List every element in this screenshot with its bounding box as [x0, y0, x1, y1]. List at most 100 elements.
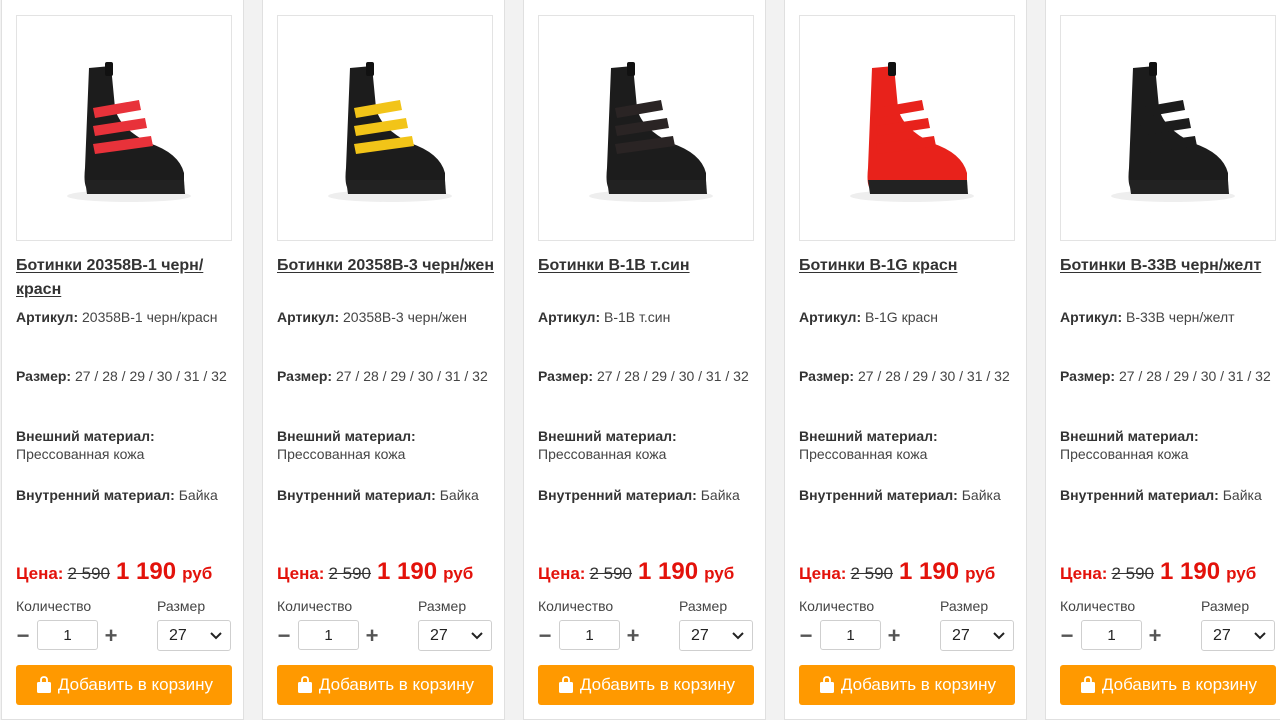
- sizes-value: 27 / 28 / 29 / 30 / 31 / 32: [74, 368, 227, 384]
- sizes-label: Размер:: [16, 368, 72, 384]
- inner-material-label: Внутренний материал:: [1060, 487, 1219, 503]
- minus-icon[interactable]: −: [536, 624, 554, 648]
- chevron-down-icon: [993, 632, 1005, 640]
- minus-icon[interactable]: −: [797, 624, 815, 648]
- outer-material-label: Внешний материал:: [1060, 428, 1199, 444]
- new-price: 1 190: [638, 558, 699, 585]
- quantity-input[interactable]: [37, 620, 98, 650]
- product-outer-material: Внешний материал: Прессованная кожа: [277, 427, 499, 463]
- size-select[interactable]: 27: [940, 620, 1014, 651]
- size-select[interactable]: 27: [157, 620, 231, 651]
- size-select-label: Размер: [418, 598, 467, 614]
- product-inner-material: Внутренний материал: Байка: [16, 486, 238, 504]
- product-inner-material: Внутренний материал: Байка: [277, 486, 499, 504]
- product-image[interactable]: [1060, 15, 1276, 241]
- product-image[interactable]: [538, 15, 754, 241]
- article-value: В-1G красн: [865, 309, 938, 325]
- inner-material-label: Внутренний материал:: [538, 487, 697, 503]
- outer-material-label: Внешний материал:: [799, 428, 938, 444]
- size-select[interactable]: 27: [679, 620, 753, 651]
- size-select-label: Размер: [679, 598, 728, 614]
- currency: руб: [965, 564, 996, 583]
- product-outer-material: Внешний материал: Прессованная кожа: [538, 427, 760, 463]
- quantity-input[interactable]: [1081, 620, 1142, 650]
- old-price: 2 590: [1111, 564, 1155, 583]
- plus-icon[interactable]: +: [102, 624, 120, 648]
- add-to-cart-button[interactable]: Добавить в корзину: [16, 665, 232, 705]
- sizes-value: 27 / 28 / 29 / 30 / 31 / 32: [1118, 368, 1271, 384]
- currency: руб: [704, 564, 735, 583]
- minus-icon[interactable]: −: [1058, 624, 1076, 648]
- product-title[interactable]: Ботинки В-1G красн: [799, 254, 1021, 278]
- add-to-cart-button[interactable]: Добавить в корзину: [799, 665, 1015, 705]
- plus-icon[interactable]: +: [624, 624, 642, 648]
- article-label: Артикул:: [799, 309, 862, 325]
- size-select-label: Размер: [940, 598, 989, 614]
- boot-image: [1111, 62, 1235, 202]
- product-title[interactable]: Ботинки В-1В т.син: [538, 254, 760, 278]
- outer-material-label: Внешний материал:: [538, 428, 677, 444]
- boot-image: [589, 62, 713, 202]
- quantity-label: Количество: [1060, 598, 1136, 614]
- price-block: Цена: 2 590 1 190 руб: [1060, 558, 1256, 586]
- product-sizes: Размер: 27 / 28 / 29 / 30 / 31 / 32: [1060, 367, 1280, 385]
- size-select-label: Размер: [1201, 598, 1250, 614]
- price-label: Цена:: [1060, 564, 1108, 583]
- outer-material-label: Внешний материал:: [16, 428, 155, 444]
- old-price: 2 590: [850, 564, 894, 583]
- product-image[interactable]: [16, 15, 232, 241]
- article-label: Артикул:: [277, 309, 340, 325]
- boot-image: [67, 62, 191, 202]
- plus-icon[interactable]: +: [885, 624, 903, 648]
- sizes-label: Размер:: [799, 368, 855, 384]
- shopping-bag-icon: [819, 676, 834, 693]
- product-title[interactable]: Ботинки 20358В-1 черн/красн: [16, 254, 238, 302]
- quantity-input[interactable]: [559, 620, 620, 650]
- product-title[interactable]: Ботинки В-33В черн/желт: [1060, 254, 1280, 278]
- product-image[interactable]: [277, 15, 493, 241]
- size-select[interactable]: 27: [1201, 620, 1275, 651]
- product-sizes: Размер: 27 / 28 / 29 / 30 / 31 / 32: [16, 367, 238, 385]
- add-to-cart-button[interactable]: Добавить в корзину: [538, 665, 754, 705]
- boot-image: [850, 62, 974, 202]
- outer-material-value: Прессованная кожа: [538, 446, 667, 462]
- price-block: Цена: 2 590 1 190 руб: [538, 558, 734, 586]
- new-price: 1 190: [899, 558, 960, 585]
- new-price: 1 190: [377, 558, 438, 585]
- size-select[interactable]: 27: [418, 620, 492, 651]
- shopping-bag-icon: [297, 676, 312, 693]
- minus-icon[interactable]: −: [14, 624, 32, 648]
- plus-icon[interactable]: +: [363, 624, 381, 648]
- product-sizes: Размер: 27 / 28 / 29 / 30 / 31 / 32: [538, 367, 760, 385]
- sizes-value: 27 / 28 / 29 / 30 / 31 / 32: [857, 368, 1010, 384]
- sizes-label: Размер:: [538, 368, 594, 384]
- quantity-label: Количество: [16, 598, 92, 614]
- quantity-label: Количество: [538, 598, 614, 614]
- price-label: Цена:: [538, 564, 586, 583]
- add-to-cart-button[interactable]: Добавить в корзину: [277, 665, 493, 705]
- article-label: Артикул:: [538, 309, 601, 325]
- size-select-label: Размер: [157, 598, 206, 614]
- inner-material-value: Байка: [1222, 487, 1262, 503]
- inner-material-label: Внутренний материал:: [799, 487, 958, 503]
- inner-material-value: Байка: [439, 487, 479, 503]
- add-to-cart-button[interactable]: Добавить в корзину: [1060, 665, 1276, 705]
- shopping-bag-icon: [558, 676, 573, 693]
- quantity-input[interactable]: [298, 620, 359, 650]
- product-article: Артикул: В-1В т.син: [538, 308, 760, 326]
- product-inner-material: Внутренний материал: Байка: [538, 486, 760, 504]
- plus-icon[interactable]: +: [1146, 624, 1164, 648]
- product-image[interactable]: [799, 15, 1015, 241]
- old-price: 2 590: [67, 564, 111, 583]
- product-card: Ботинки В-1G красн Артикул: В-1G красн Р…: [784, 0, 1027, 720]
- quantity-input[interactable]: [820, 620, 881, 650]
- product-title[interactable]: Ботинки 20358В-3 черн/жен: [277, 254, 499, 278]
- product-sizes: Размер: 27 / 28 / 29 / 30 / 31 / 32: [799, 367, 1021, 385]
- article-value: 20358В-3 черн/жен: [343, 309, 467, 325]
- size-select-value: 27: [691, 627, 709, 644]
- inner-material-value: Байка: [700, 487, 740, 503]
- product-card: Ботинки В-33В черн/желт Артикул: В-33В ч…: [1045, 0, 1280, 720]
- minus-icon[interactable]: −: [275, 624, 293, 648]
- add-to-cart-label: Добавить в корзину: [318, 675, 475, 694]
- outer-material-value: Прессованная кожа: [277, 446, 406, 462]
